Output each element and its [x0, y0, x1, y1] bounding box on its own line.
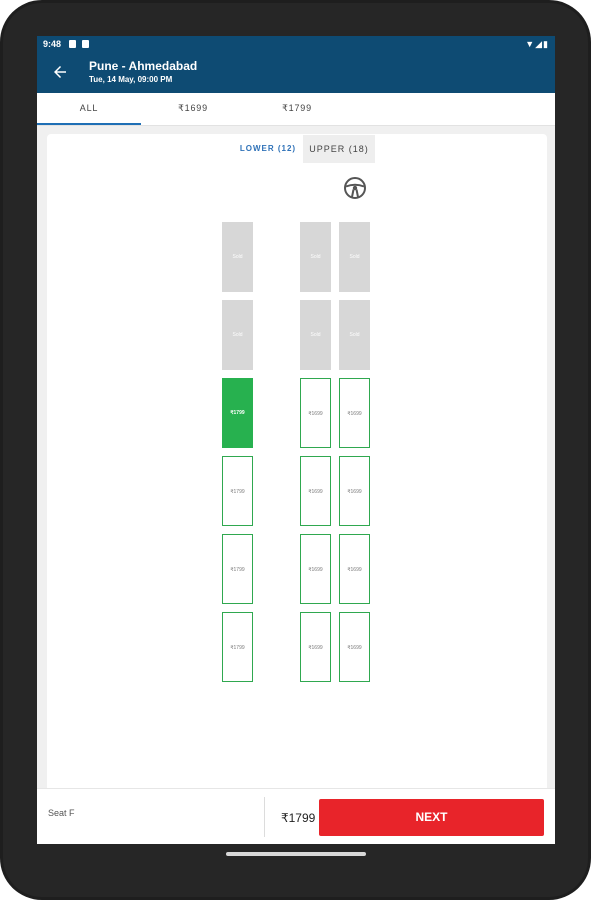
seat[interactable]: ₹1699 [339, 378, 370, 448]
arrow-left-icon[interactable] [51, 63, 69, 81]
seat[interactable]: ₹1799 [222, 378, 253, 448]
seat[interactable]: Sold [222, 222, 253, 292]
next-button[interactable]: NEXT [319, 799, 544, 836]
seat[interactable]: Sold [339, 300, 370, 370]
route-title: Pune - Ahmedabad [89, 59, 198, 73]
app-bar: Pune - Ahmedabad Tue, 14 May, 09:00 PM [37, 54, 555, 93]
tab-all[interactable]: ALL [37, 93, 141, 125]
seat[interactable]: ₹1799 [222, 456, 253, 526]
seat[interactable]: Sold [300, 222, 331, 292]
seat[interactable]: Sold [222, 300, 253, 370]
tab-upper-deck[interactable]: UPPER (18) [303, 135, 375, 163]
seat-layout-card: LOWER (12) UPPER (18) Sold Sold Sold Sol… [47, 134, 547, 794]
seat[interactable]: ₹1699 [300, 456, 331, 526]
seat[interactable]: Sold [300, 300, 331, 370]
seat[interactable]: ₹1799 [222, 534, 253, 604]
seat[interactable]: ₹1699 [339, 534, 370, 604]
selected-seat-label: Seat F [48, 808, 75, 818]
booking-summary-bar: Seat F ₹1799 NEXT [37, 788, 555, 844]
total-price: ₹1799 [281, 811, 316, 825]
seat[interactable]: ₹1699 [339, 612, 370, 682]
seat[interactable]: ₹1699 [300, 612, 331, 682]
seat[interactable]: ₹1699 [300, 378, 331, 448]
tab-price-1699[interactable]: ₹1699 [141, 93, 245, 125]
seat[interactable]: Sold [339, 222, 370, 292]
status-time: 9:48 [43, 39, 62, 49]
screen: 9:48 ▼◢▮ Pune - Ahmedabad Tue, 14 May, 0… [37, 36, 555, 844]
seat[interactable]: ₹1699 [300, 534, 331, 604]
tab-lower-deck[interactable]: LOWER (12) [233, 135, 303, 163]
divider [264, 797, 265, 837]
home-indicator[interactable] [226, 852, 366, 856]
status-icons: ▼◢▮ [525, 39, 549, 49]
notification-icon [82, 40, 89, 48]
price-filter-tabs: ALL ₹1699 ₹1799 [37, 93, 555, 126]
journey-date: Tue, 14 May, 09:00 PM [89, 75, 173, 84]
seat[interactable]: ₹1799 [222, 612, 253, 682]
seat[interactable]: ₹1699 [339, 456, 370, 526]
sim-icon [69, 40, 76, 48]
tab-price-1799[interactable]: ₹1799 [245, 93, 349, 125]
steering-wheel-icon [344, 177, 366, 199]
status-bar: 9:48 ▼◢▮ [37, 36, 555, 54]
